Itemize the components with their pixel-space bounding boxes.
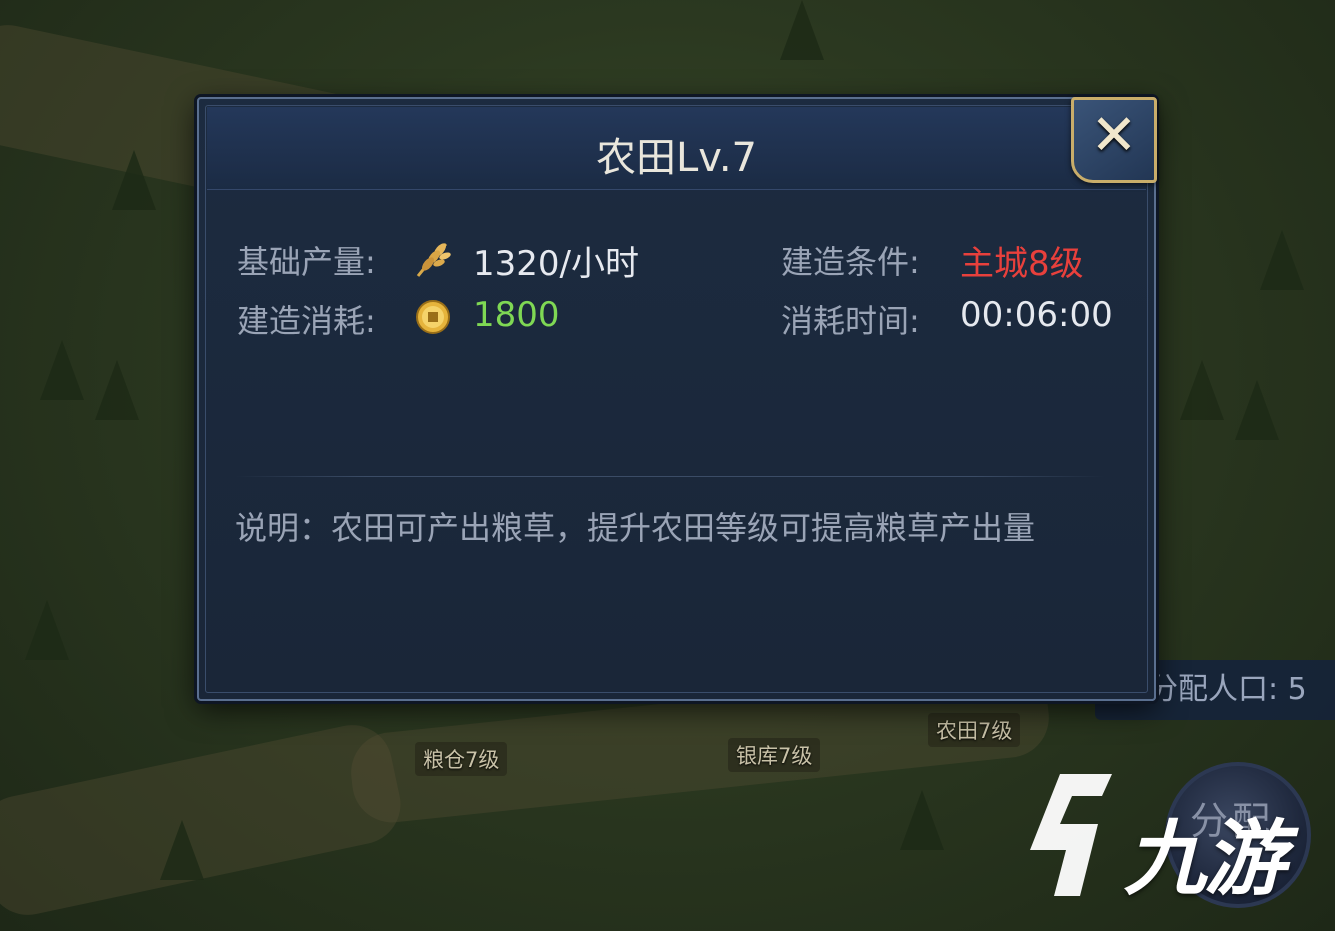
coin-icon (416, 300, 450, 334)
dialog-title-bar: 农田Lv.7 (207, 107, 1146, 190)
tree (780, 0, 824, 60)
watermark: 九游 (1020, 770, 1310, 907)
building-description: 说明：农田可产出粮草，提升农田等级可提高粮草产出量 (235, 509, 1036, 547)
tree (1235, 380, 1279, 440)
build-condition-label: 建造条件: (781, 243, 920, 281)
population-label: 分配人口: 5 (1148, 672, 1307, 707)
time-cost-value: 00:06:00 (960, 295, 1113, 335)
map-label-granary[interactable]: 粮仓7级 (415, 742, 508, 776)
tree (25, 600, 69, 660)
close-button[interactable]: ✕ (1071, 97, 1157, 183)
wheat-icon (416, 242, 451, 277)
watermark-logo-icon (1030, 774, 1112, 896)
map-label-treasury[interactable]: 银库7级 (728, 738, 821, 772)
dialog-title: 农田Lv.7 (595, 135, 757, 181)
tree (112, 150, 156, 210)
build-cost-label: 建造消耗: (237, 302, 376, 340)
tree (1180, 360, 1224, 420)
tree (160, 820, 204, 880)
tree (40, 340, 84, 400)
base-output-label: 基础产量: (237, 243, 376, 281)
map-label-farmland[interactable]: 农田7级 (928, 713, 1021, 747)
build-cost-value: 1800 (473, 295, 560, 335)
base-output-value: 1320/小时 (473, 244, 639, 284)
close-icon: ✕ (1090, 103, 1138, 168)
watermark-text: 九游 (1124, 812, 1286, 907)
build-condition-value: 主城8级 (960, 244, 1084, 284)
tree (900, 790, 944, 850)
tree (95, 360, 139, 420)
tree (1260, 230, 1304, 290)
section-divider (235, 476, 1105, 477)
building-info-dialog: 农田Lv.7 (197, 97, 1156, 701)
time-cost-label: 消耗时间: (781, 302, 920, 340)
